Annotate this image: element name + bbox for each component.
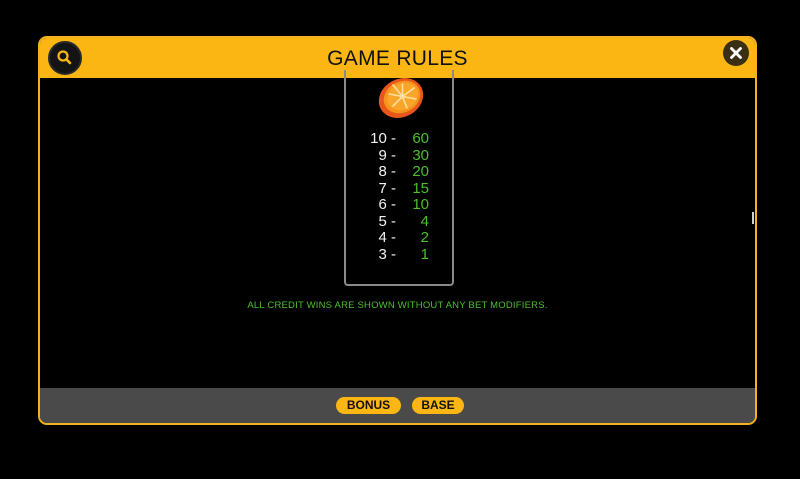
symbol-count: 6 - [378,196,396,213]
paytable-row: 10 - 60 [346,131,456,147]
footer-bar: BONUS BASE [40,388,755,423]
win-value: 10 [412,196,429,213]
win-value: 15 [412,179,429,197]
paytable-row: 6 - 10 [346,197,456,213]
win-value: 60 [412,130,429,147]
page-title: GAME RULES [327,47,468,70]
tab-bonus[interactable]: BONUS [336,397,401,414]
win-value: 1 [420,245,429,263]
paytable-row: 8 - 20 [346,164,456,180]
win-value: 30 [412,146,429,164]
symbol-count: 7 - [378,179,396,197]
win-value: 20 [412,163,429,180]
close-icon [730,47,742,59]
close-button[interactable] [723,40,749,66]
symbol-count: 10 - [370,130,396,147]
win-value: 4 [420,212,429,230]
tab-base[interactable]: BASE [412,397,464,414]
symbol-count: 8 - [378,163,396,180]
paytable-row: 3 - 1 [346,245,456,263]
paytable-row: 5 - 4 [346,212,456,230]
symbol-count: 9 - [378,146,396,164]
paytable-card: 10 - 60 9 - 30 8 - 20 7 - 15 6 - 10 5 - … [344,70,454,286]
paytable-row: 4 - 2 [346,230,456,246]
rules-content: 10 - 60 9 - 30 8 - 20 7 - 15 6 - 10 5 - … [40,70,755,390]
symbol-count: 5 - [378,212,396,230]
credit-note: ALL CREDIT WINS ARE SHOWN WITHOUT ANY BE… [247,300,548,311]
scrollbar-thumb[interactable] [752,212,754,224]
win-value: 2 [420,229,429,246]
paytable-row: 7 - 15 [346,179,456,197]
symbol-count: 4 - [378,229,396,246]
symbol-count: 3 - [378,245,396,263]
game-rules-dialog: GAME RULES 10 - 60 9 - 30 8 - 20 7 - 15 … [38,36,757,425]
paytable-row: 9 - 30 [346,146,456,164]
orange-slice-icon [378,78,424,118]
